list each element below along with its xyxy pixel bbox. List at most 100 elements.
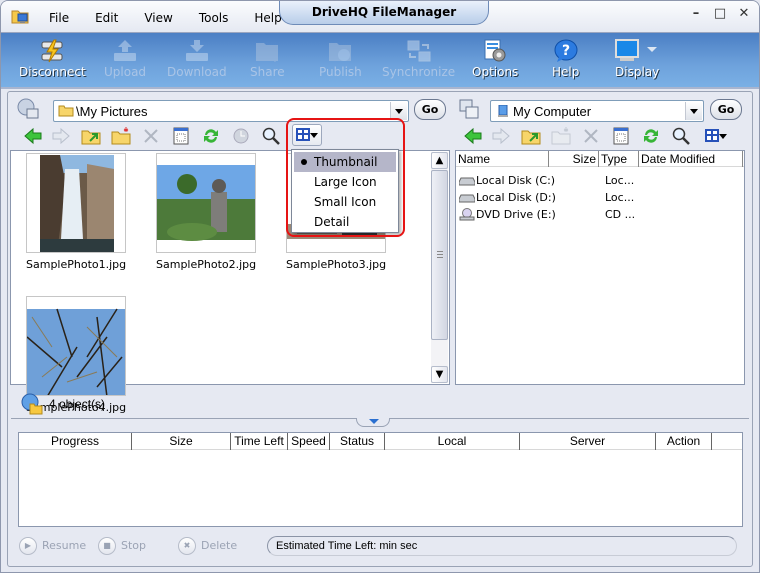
menu-view[interactable]: View xyxy=(136,1,180,33)
view-mode-menu: Thumbnail Large Icon Small Icon Detail xyxy=(291,149,399,233)
menu-item-small-icon[interactable]: Small Icon xyxy=(294,192,396,212)
remote-location-dropdown[interactable] xyxy=(390,102,407,120)
refresh-icon[interactable] xyxy=(201,126,221,146)
main-toolbar: Disconnect Upload Download Share Publish… xyxy=(1,33,759,89)
search-icon[interactable] xyxy=(261,126,281,146)
back-icon[interactable] xyxy=(23,126,43,146)
options-button[interactable]: Options xyxy=(472,35,518,79)
menu-item-detail[interactable]: Detail xyxy=(294,212,396,232)
local-file-list[interactable]: Name Size Type Date Modified Local Disk … xyxy=(455,150,745,385)
help-button[interactable]: ? Help xyxy=(552,35,579,79)
stop-button[interactable]: ■ Stop xyxy=(98,536,146,556)
window-title: DriveHQ FileManager xyxy=(279,1,489,25)
remote-go-button[interactable]: Go xyxy=(414,99,446,120)
chevron-down-icon xyxy=(719,134,727,143)
minimize-button[interactable]: – xyxy=(689,7,703,21)
collapse-transfers-button[interactable] xyxy=(356,418,390,427)
local-view-mode-button[interactable] xyxy=(701,125,731,147)
remote-vertical-scrollbar[interactable]: ▲ ▼ xyxy=(431,152,448,383)
search-icon[interactable] xyxy=(671,126,691,146)
delete-icon[interactable] xyxy=(141,126,161,146)
scroll-down-button[interactable]: ▼ xyxy=(431,366,448,383)
list-item[interactable]: Local Disk (C:) Loc... xyxy=(459,172,739,189)
scroll-up-button[interactable]: ▲ xyxy=(431,152,448,169)
new-folder-icon[interactable] xyxy=(551,126,571,146)
download-label: Download xyxy=(167,65,227,79)
publish-button[interactable]: Publish xyxy=(319,35,362,79)
column-local[interactable]: Local xyxy=(385,433,520,450)
column-progress[interactable]: Progress xyxy=(19,433,132,450)
refresh-icon[interactable] xyxy=(641,126,661,146)
synchronize-label: Synchronize xyxy=(382,65,456,79)
forward-icon[interactable] xyxy=(491,126,511,146)
local-list-header: Name Size Type Date Modified xyxy=(456,151,744,167)
hard-disk-icon xyxy=(459,177,475,186)
disconnect-label: Disconnect xyxy=(19,65,86,79)
synchronize-button[interactable]: Synchronize xyxy=(382,35,455,79)
my-computer-icon xyxy=(498,105,508,117)
transfer-table-header: Progress Size Time Left Speed Status Loc… xyxy=(19,433,742,450)
disconnect-button[interactable]: Disconnect xyxy=(19,35,86,79)
column-date-modified[interactable]: Date Modified xyxy=(639,151,743,167)
grid-view-icon xyxy=(705,129,719,142)
remote-location-text: \My Pictures xyxy=(76,104,148,119)
local-location-combo[interactable]: My Computer xyxy=(490,100,704,122)
maximize-button[interactable]: □ xyxy=(713,7,727,21)
delete-icon[interactable] xyxy=(581,126,601,146)
up-folder-icon[interactable] xyxy=(81,126,101,146)
resume-button[interactable]: ▶ Resume xyxy=(19,536,86,556)
menu-item-large-icon[interactable]: Large Icon xyxy=(294,172,396,192)
column-status[interactable]: Status xyxy=(330,433,385,450)
delete-button[interactable]: ✖ Delete xyxy=(178,536,237,556)
thumbnail-caption: SamplePhoto3.jpg xyxy=(286,258,387,271)
object-count: 4 object(s) xyxy=(49,397,106,411)
thumbnail-caption: SamplePhoto1.jpg xyxy=(26,258,127,271)
column-size[interactable]: Size xyxy=(549,151,599,167)
menu-file[interactable]: File xyxy=(41,1,77,33)
up-folder-icon[interactable] xyxy=(521,126,541,146)
window-controls: – □ ✕ xyxy=(689,7,751,21)
upload-button[interactable]: Upload xyxy=(104,35,146,79)
column-size[interactable]: Size xyxy=(132,433,231,450)
transfer-actions: ▶ Resume ■ Stop ✖ Delete Estimated Time Lef… xyxy=(17,536,752,556)
thumbnail-item[interactable]: SamplePhoto2.jpg xyxy=(156,153,256,271)
column-type[interactable]: Type xyxy=(599,151,639,167)
back-icon[interactable] xyxy=(463,126,483,146)
download-button[interactable]: Download xyxy=(167,35,227,79)
column-name[interactable]: Name xyxy=(456,151,549,167)
delete-label: Delete xyxy=(201,539,238,552)
thumbnail-image xyxy=(26,296,126,396)
column-time-left[interactable]: Time Left xyxy=(231,433,288,450)
menu-item-label: Detail xyxy=(314,215,350,229)
history-icon[interactable] xyxy=(231,126,251,146)
column-action[interactable]: Action xyxy=(656,433,712,450)
local-go-button[interactable]: Go xyxy=(710,99,742,120)
help-label: Help xyxy=(552,65,580,79)
properties-icon[interactable] xyxy=(611,126,631,146)
column-speed[interactable]: Speed xyxy=(288,433,330,450)
display-button[interactable]: Display xyxy=(615,35,659,79)
thumbnail-caption: SamplePhoto2.jpg xyxy=(156,258,257,271)
list-item[interactable]: DVD Drive (E:) CD ... xyxy=(459,206,739,223)
close-button[interactable]: ✕ xyxy=(737,7,751,21)
thumbnail-item[interactable]: SamplePhoto1.jpg xyxy=(26,153,126,271)
new-folder-icon[interactable] xyxy=(111,126,131,146)
forward-icon[interactable] xyxy=(51,126,71,146)
item-name: Local Disk (C:) xyxy=(476,174,556,187)
menu-tools[interactable]: Tools xyxy=(191,1,237,33)
remote-location-combo[interactable]: \My Pictures xyxy=(53,100,409,122)
properties-icon[interactable] xyxy=(171,126,191,146)
menu-edit[interactable]: Edit xyxy=(87,1,126,33)
column-server[interactable]: Server xyxy=(520,433,656,450)
chevron-down-icon xyxy=(310,133,318,142)
play-icon: ▶ xyxy=(19,537,37,555)
menu-item-thumbnail[interactable]: Thumbnail xyxy=(294,152,396,172)
share-button[interactable]: Share xyxy=(250,35,285,79)
local-location-dropdown[interactable] xyxy=(685,102,702,120)
remote-view-mode-button[interactable] xyxy=(292,124,322,146)
list-item[interactable]: Local Disk (D:) Loc... xyxy=(459,189,739,206)
folder-icon xyxy=(58,105,74,117)
scroll-thumb[interactable] xyxy=(431,170,448,340)
publish-label: Publish xyxy=(319,65,362,79)
publish-icon xyxy=(329,43,352,61)
